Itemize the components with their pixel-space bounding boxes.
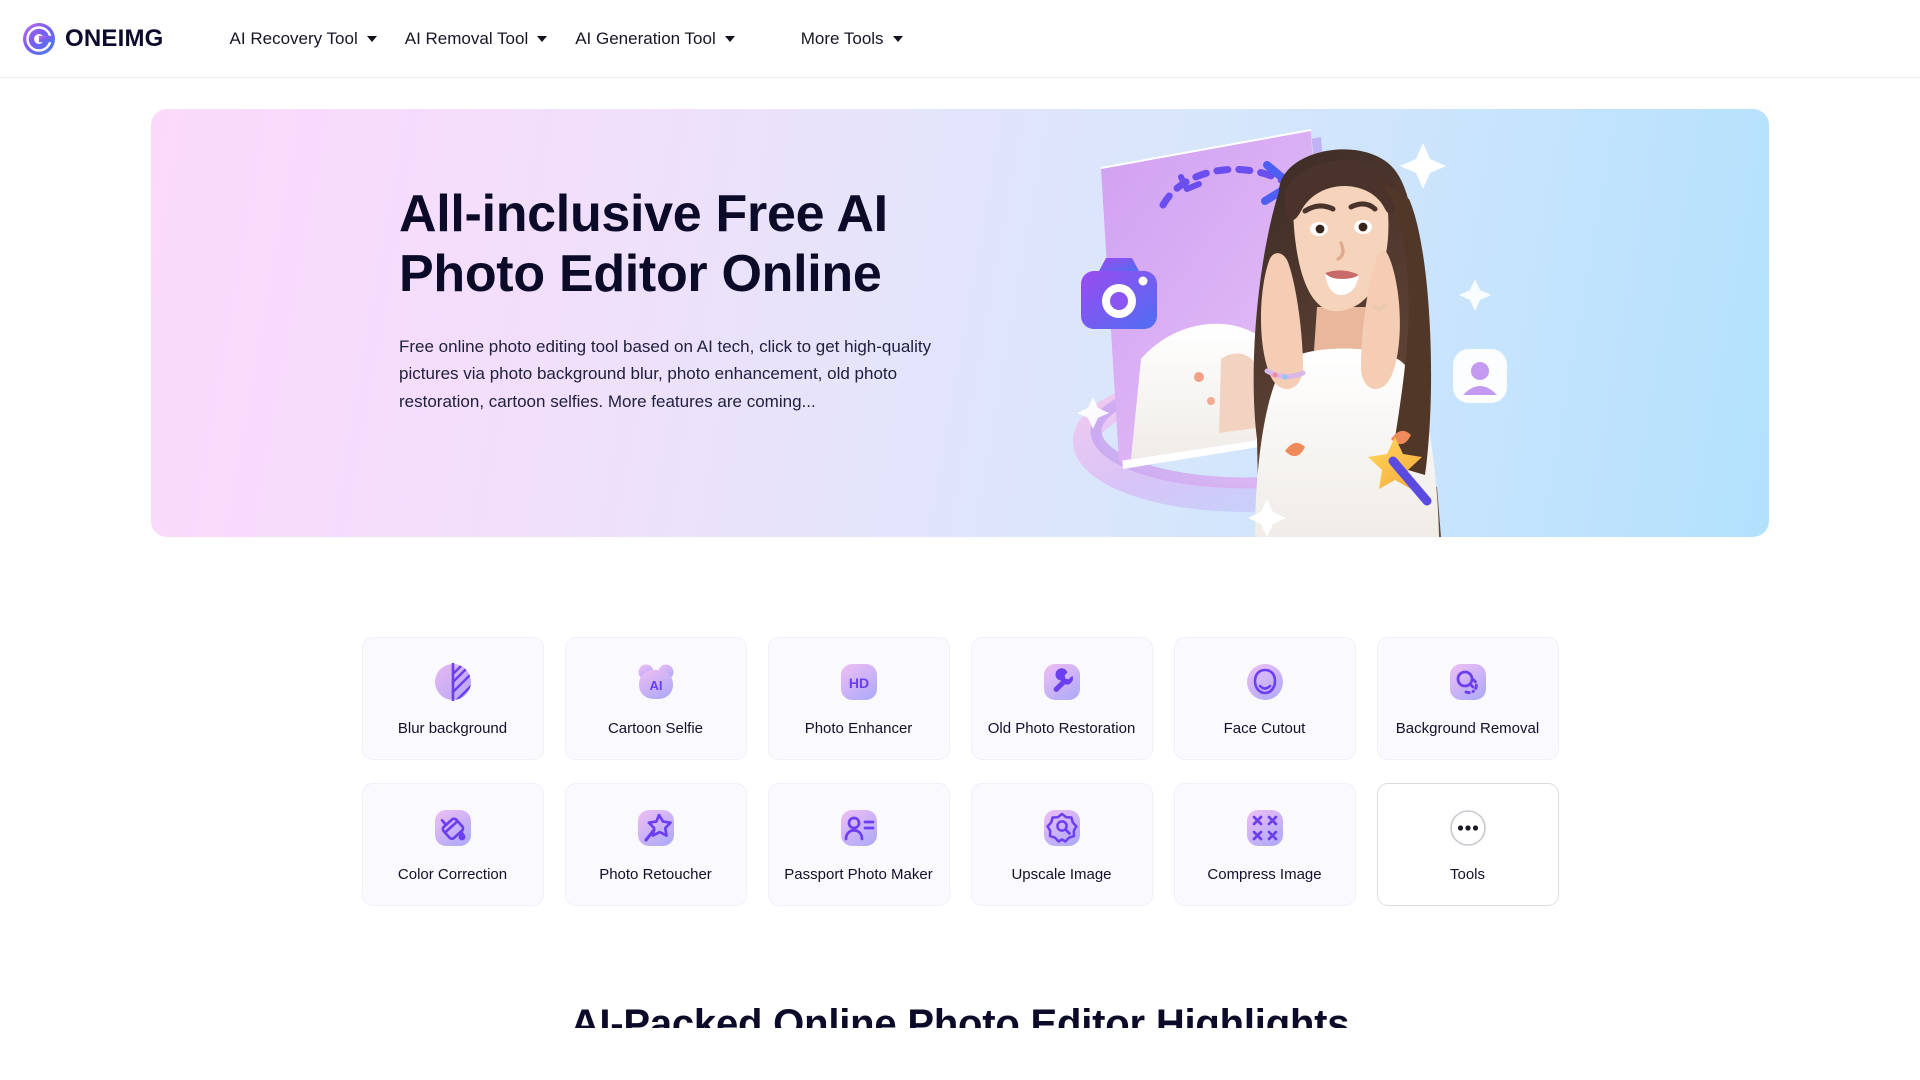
site-header: ONEIMG AI Recovery Tool AI Removal Tool … [0, 0, 1920, 78]
tool-label: Blur background [397, 719, 508, 737]
nav-item-ai-removal-tool[interactable]: AI Removal Tool [391, 19, 561, 59]
tool-label: Photo Enhancer [804, 719, 913, 737]
tool-label: Background Removal [1395, 719, 1540, 737]
blur-background-icon [431, 660, 475, 704]
oneimg-logo-icon [22, 22, 56, 56]
chevron-down-icon [537, 35, 548, 42]
tool-label: Compress Image [1207, 865, 1322, 883]
background-removal-icon [1446, 660, 1490, 704]
nav-label: More Tools [800, 28, 884, 48]
chevron-down-icon [724, 35, 735, 42]
nav-item-ai-recovery-tool[interactable]: AI Recovery Tool [216, 19, 391, 59]
hd-badge-icon: HD [837, 660, 881, 704]
nav-label: AI Generation Tool [575, 28, 716, 48]
hero-subtitle: Free online photo editing tool based on … [399, 336, 932, 411]
nav-label: AI Removal Tool [404, 28, 529, 48]
tool-label: Color Correction [397, 865, 508, 883]
tool-label: Tools [1449, 865, 1486, 883]
magic-wand-star-icon [634, 806, 678, 850]
tool-card-passport-photo-maker[interactable]: Passport Photo Maker [767, 783, 950, 906]
tools-section: Blur background AI Cartoon Selfie HD Pho… [0, 637, 1920, 906]
tool-card-photo-enhancer[interactable]: HD Photo Enhancer [767, 637, 950, 760]
woman-photo-frame-illustration [1071, 109, 1541, 537]
person-id-icon [837, 806, 881, 850]
tool-label: Photo Retoucher [599, 865, 712, 883]
hero-copy: All-inclusive Free AI Photo Editor Onlin… [399, 185, 1009, 415]
tool-card-background-removal[interactable]: Background Removal [1376, 637, 1559, 760]
tool-card-color-correction[interactable]: Color Correction [361, 783, 544, 906]
tools-grid: Blur background AI Cartoon Selfie HD Pho… [361, 637, 1559, 906]
tool-card-blur-background[interactable]: Blur background [361, 637, 544, 760]
hero-title-line-1: All-inclusive Free AI [399, 185, 888, 243]
nav-item-more-tools[interactable]: More Tools [787, 19, 917, 59]
tool-card-upscale-image[interactable]: Upscale Image [970, 783, 1153, 906]
tool-card-cartoon-selfie[interactable]: AI Cartoon Selfie [564, 637, 747, 760]
chevron-down-icon [366, 35, 377, 42]
hero-section: All-inclusive Free AI Photo Editor Onlin… [0, 78, 1920, 537]
tool-label: Passport Photo Maker [784, 865, 933, 883]
hero-title: All-inclusive Free AI Photo Editor Onlin… [399, 185, 1009, 305]
tool-card-photo-retoucher[interactable]: Photo Retoucher [564, 783, 747, 906]
compress-arrows-icon [1243, 806, 1287, 850]
face-outline-icon [1243, 660, 1287, 704]
brand-name: ONEIMG [65, 24, 164, 52]
paint-bucket-icon [431, 806, 475, 850]
chevron-down-icon [892, 35, 903, 42]
nav-label: AI Recovery Tool [229, 28, 358, 48]
wrench-icon [1040, 660, 1084, 704]
hero-banner: All-inclusive Free AI Photo Editor Onlin… [151, 109, 1769, 537]
tool-label: Cartoon Selfie [607, 719, 704, 737]
tool-label: Old Photo Restoration [987, 719, 1136, 737]
tool-label: Face Cutout [1223, 719, 1306, 737]
brand-logo[interactable]: ONEIMG [22, 22, 164, 56]
tool-card-compress-image[interactable]: Compress Image [1173, 783, 1356, 906]
cartoon-selfie-ai-bear-icon: AI [634, 660, 678, 704]
primary-nav: AI Recovery Tool AI Removal Tool AI Gene… [216, 19, 917, 59]
upscale-badge-icon [1040, 806, 1084, 850]
nav-item-ai-generation-tool[interactable]: AI Generation Tool [561, 19, 749, 59]
teaser-heading: AI-Packed Online Photo Editor Highlights [570, 1002, 1350, 1028]
tool-card-face-cutout[interactable]: Face Cutout [1173, 637, 1356, 760]
tool-label: Upscale Image [1011, 865, 1112, 883]
hero-title-line-2: Photo Editor Online [399, 244, 882, 303]
svg-text:AI: AI [649, 678, 662, 693]
more-dots-circle-icon [1446, 806, 1490, 850]
svg-text:HD: HD [848, 675, 868, 691]
tool-card-tools[interactable]: Tools [1376, 783, 1559, 906]
tool-card-old-photo-restoration[interactable]: Old Photo Restoration [970, 637, 1153, 760]
